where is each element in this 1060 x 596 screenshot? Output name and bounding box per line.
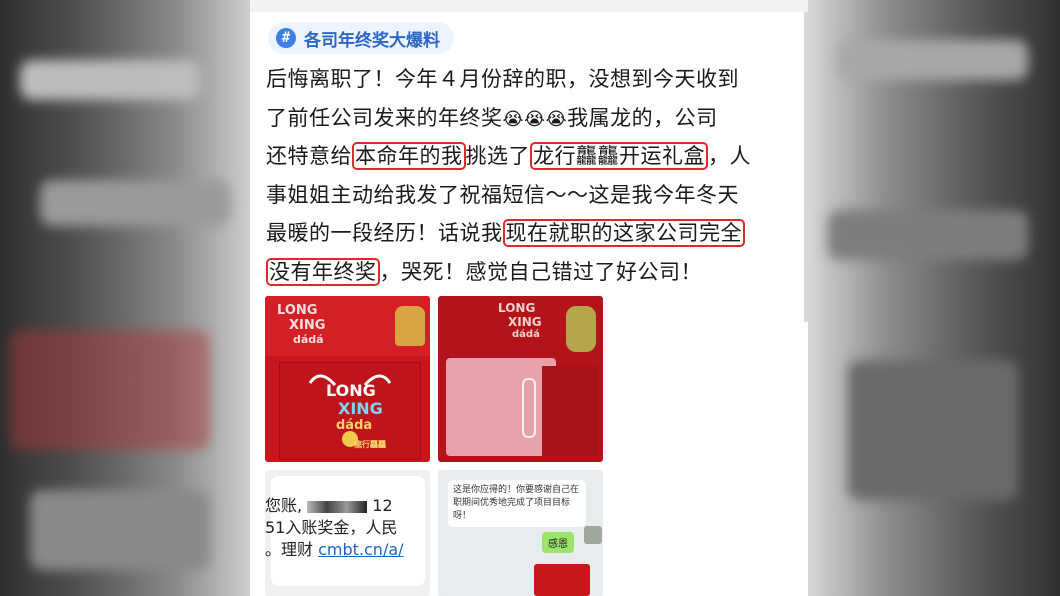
hashtag-icon: #: [276, 28, 296, 48]
crying-emoji-icon: 😭: [545, 108, 568, 130]
post-line: 没有年终奖 ，哭死！感觉自己错过了好公司！: [266, 253, 796, 292]
post-text-segment: 事姐姐主动给我发了祝福短信～～这是我今年冬天: [266, 182, 739, 207]
sms-line: 51入账奖金，人民: [265, 518, 398, 537]
sms-text: 您账,: [265, 496, 303, 515]
chat-reply: 感恩: [542, 532, 574, 553]
status-band: [250, 0, 808, 12]
post-screenshot: # 各司年终奖大爆料 后悔离职了！今年４月份辞的职，没想到今天收到 了前任公司发…: [250, 0, 808, 596]
brand-text: LONG: [277, 303, 318, 318]
topic-tag-label: 各司年终奖大爆料: [304, 30, 440, 51]
toy-figure: [395, 306, 425, 346]
highlight-box: 没有年终奖: [266, 257, 380, 286]
blurred-backdrop-right: [808, 0, 1060, 596]
sms-line: 您账, 12: [265, 492, 393, 516]
scrollbar[interactable]: [804, 12, 808, 322]
avatar: [584, 526, 602, 544]
post-line: 了前任公司发来的年终奖😭😭😭我属龙的，公司: [266, 99, 796, 138]
box-interior: [542, 366, 598, 456]
box-lid: LONG XING dáda 龍行龘龘: [279, 362, 421, 460]
highlight-box: 现在就职的这家公司完全: [502, 219, 745, 247]
box-logo-text: LONG: [326, 381, 376, 400]
box-logo-text: dáda: [336, 418, 373, 433]
photo-chat-screenshot[interactable]: 这是你应得的！你要感谢自己在职期间优秀地完成了项目目标呀！ 感恩: [438, 470, 603, 596]
gift-box-thumbnail: [534, 564, 590, 596]
post-text-segment: ，哭死！感觉自己错过了好公司！: [379, 259, 702, 284]
brand-text: XING: [508, 315, 542, 329]
sms-text: 12: [372, 496, 393, 515]
post-text-segment: 还特意给: [266, 144, 352, 168]
box-seal-text: 龍行龘龘: [354, 440, 386, 449]
post-text-segment: ，人: [708, 144, 751, 168]
post-text-segment: 最暖的一段经历！话说我: [266, 221, 503, 245]
brand-text: LONG: [498, 301, 536, 315]
brand-text: dádá: [512, 329, 540, 340]
photo-gift-box-closed[interactable]: LONG XING dádá LONG XING dáda 龍行龘龘: [265, 296, 430, 462]
crying-emoji-icon: 😭: [502, 108, 525, 130]
post-line: 事姐姐主动给我发了祝福短信～～这是我今年冬天: [266, 176, 796, 215]
sms-line: 。理财 cmbt.cn/a/: [265, 536, 404, 560]
post-line: 还特意给 本命年的我 挑选了 龙行龘龘开运礼盒 ，人: [266, 137, 796, 176]
photo-gift-box-open[interactable]: LONG XING dádá: [438, 296, 603, 462]
post-text-segment: 挑选了: [465, 144, 530, 168]
photo-sms-screenshot[interactable]: 您账, 12 51入账奖金，人民 。理财 cmbt.cn/a/: [265, 470, 430, 596]
post-line: 最暖的一段经历！话说我 现在就职的这家公司完全: [266, 214, 796, 253]
crying-emoji-icon: 😭: [524, 108, 546, 130]
toy-figure: [566, 306, 596, 352]
redacted-mosaic: [307, 500, 368, 513]
pink-pouch: [446, 358, 556, 456]
sms-link[interactable]: cmbt.cn/a/: [318, 540, 403, 559]
post-line: 后悔离职了！今年４月份辞的职，没想到今天收到: [266, 60, 796, 99]
post-text: 后悔离职了！今年４月份辞的职，没想到今天收到 了前任公司发来的年终奖😭😭😭我属龙…: [266, 60, 796, 291]
post-text-segment: 后悔离职了！今年４月份辞的职，没想到今天收到: [266, 67, 739, 91]
brand-text: dádá: [293, 333, 324, 346]
box-logo-text: XING: [338, 399, 383, 418]
post-text-segment: 了前任公司发来的年终奖: [266, 105, 503, 130]
highlight-box: 龙行龘龘开运礼盒: [530, 142, 708, 170]
chat-message: 这是你应得的！你要感谢自己在职期间优秀地完成了项目目标呀！: [448, 480, 586, 527]
sms-text: 。理财: [265, 540, 314, 559]
blurred-backdrop-left: [0, 0, 250, 596]
highlight-box: 本命年的我: [352, 142, 466, 170]
topic-tag[interactable]: # 各司年终奖大爆料: [268, 22, 454, 54]
post-text-segment: 我属龙的，公司: [567, 105, 718, 130]
brand-text: XING: [289, 318, 326, 333]
